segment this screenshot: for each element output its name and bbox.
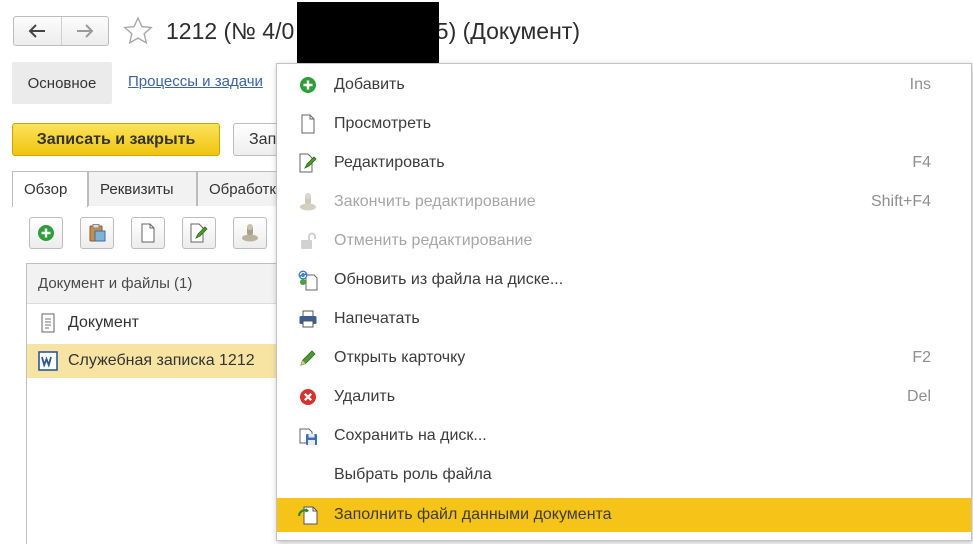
window-title-main: 1212 (№ 4/0 bbox=[166, 18, 295, 44]
tree-row-label: Служебная записка 1212 bbox=[68, 352, 255, 369]
menu-item-label: Обновить из файла на диске... bbox=[334, 271, 564, 288]
menu-item-shortcut: F2 bbox=[912, 349, 931, 366]
tab-processing[interactable]: Обработка bbox=[197, 171, 283, 206]
menu-item-select-file-role[interactable]: Выбрать роль файла bbox=[277, 458, 971, 492]
menu-item-save-to-disk[interactable]: Сохранить на диск... bbox=[277, 419, 971, 453]
menu-item-delete[interactable]: Удалить Del bbox=[277, 380, 971, 414]
nav-main[interactable]: Основное bbox=[12, 62, 112, 104]
document-icon bbox=[38, 313, 58, 333]
menu-item-view[interactable]: Просмотреть bbox=[277, 107, 971, 141]
pencil-icon bbox=[297, 347, 319, 369]
arrow-left-icon bbox=[28, 24, 46, 38]
edit-button[interactable] bbox=[182, 217, 216, 249]
menu-item-shortcut: Del bbox=[906, 388, 931, 405]
edit-icon bbox=[297, 152, 319, 174]
menu-item-label: Отменить редактирование bbox=[334, 232, 533, 249]
finish-edit-icon bbox=[242, 224, 258, 242]
update-from-disk-icon bbox=[297, 269, 319, 291]
history-nav bbox=[13, 16, 109, 46]
word-icon bbox=[38, 351, 58, 371]
menu-item-fill-file[interactable]: Заполнить файл данными документа bbox=[277, 498, 971, 532]
back-button[interactable] bbox=[14, 17, 61, 45]
page-icon bbox=[141, 223, 155, 243]
print-icon bbox=[297, 308, 319, 330]
menu-item-label: Редактировать bbox=[334, 154, 445, 171]
menu-item-shortcut: Ins bbox=[909, 76, 931, 93]
tree-row-memo[interactable]: Служебная записка 1212 bbox=[27, 344, 277, 378]
menu-item-print[interactable]: Напечатать bbox=[277, 302, 971, 336]
menu-item-label: Добавить bbox=[334, 76, 405, 93]
tab-overview[interactable]: Обзор bbox=[12, 171, 88, 207]
tab-details[interactable]: Реквизиты bbox=[88, 171, 197, 206]
menu-item-label: Открыть карточку bbox=[334, 349, 466, 366]
fill-file-icon bbox=[297, 504, 319, 526]
add-file-button[interactable] bbox=[29, 217, 63, 249]
save-and-close-button[interactable]: Записать и закрыть bbox=[12, 123, 220, 156]
finish-edit-button[interactable] bbox=[233, 217, 267, 249]
tree-header: Документ и файлы (1) bbox=[27, 264, 277, 304]
favorite-star-icon[interactable] bbox=[123, 16, 153, 46]
tree-row-document[interactable]: Документ bbox=[27, 306, 277, 340]
view-button[interactable] bbox=[131, 217, 165, 249]
edit-icon bbox=[190, 223, 208, 243]
forward-button[interactable] bbox=[60, 17, 109, 45]
menu-item-label: Просмотреть bbox=[334, 115, 432, 132]
tree-row-label: Документ bbox=[68, 314, 139, 331]
finish-edit-icon bbox=[297, 191, 319, 213]
menu-item-label: Сохранить на диск... bbox=[334, 427, 487, 444]
arrow-right-icon bbox=[76, 24, 94, 38]
menu-item-label: Заполнить файл данными документа bbox=[334, 506, 612, 523]
menu-item-finish-edit[interactable]: Закончить редактирование Shift+F4 bbox=[277, 185, 971, 219]
menu-item-shortcut: Shift+F4 bbox=[870, 193, 931, 210]
menu-item-label: Закончить редактирование bbox=[334, 193, 536, 210]
clipboard-icon bbox=[89, 224, 106, 242]
add-icon bbox=[38, 225, 54, 241]
menu-item-label: Удалить bbox=[334, 388, 396, 405]
context-menu: Добавить Ins Просмотреть Редактировать F… bbox=[276, 63, 972, 541]
menu-item-cancel-edit[interactable]: Отменить редактирование bbox=[277, 224, 971, 258]
unlock-icon bbox=[297, 230, 319, 252]
menu-item-label: Напечатать bbox=[334, 310, 420, 327]
menu-item-add[interactable]: Добавить Ins bbox=[277, 68, 971, 102]
redaction-block bbox=[297, 2, 439, 64]
menu-item-label: Выбрать роль файла bbox=[334, 466, 492, 483]
view-page-icon bbox=[297, 113, 319, 135]
nav-processes-link[interactable]: Процессы и задачи bbox=[128, 73, 263, 90]
menu-item-shortcut: F4 bbox=[912, 154, 931, 171]
menu-item-edit[interactable]: Редактировать F4 bbox=[277, 146, 971, 180]
add-icon bbox=[297, 74, 319, 96]
paste-button[interactable] bbox=[80, 217, 114, 249]
menu-item-update-from-disk[interactable]: Обновить из файла на диске... bbox=[277, 263, 971, 297]
menu-item-open-card[interactable]: Открыть карточку F2 bbox=[277, 341, 971, 375]
delete-icon bbox=[297, 386, 319, 408]
save-disk-icon bbox=[297, 425, 319, 447]
